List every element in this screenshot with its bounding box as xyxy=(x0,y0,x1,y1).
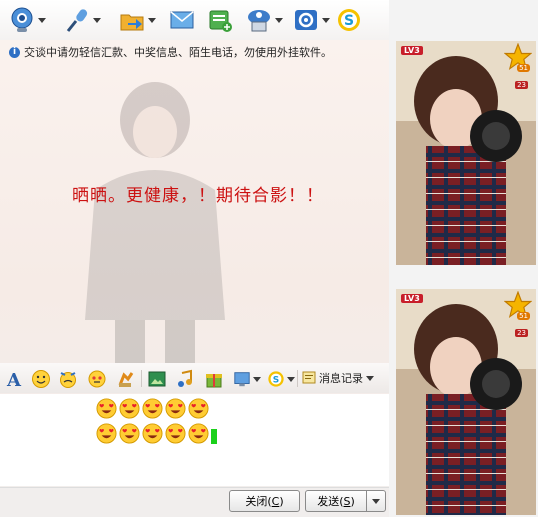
heart-eyes-emoji-icon xyxy=(188,423,209,444)
gift-button[interactable] xyxy=(115,368,137,390)
chevron-down-icon[interactable] xyxy=(38,17,46,23)
heart-eyes-emoji-icon xyxy=(165,423,186,444)
chat-background-image xyxy=(85,82,225,370)
window-shake-button[interactable] xyxy=(57,368,79,390)
volume-badge: 23 xyxy=(515,329,528,337)
chevron-down-icon[interactable] xyxy=(253,376,261,382)
chevron-down-icon[interactable] xyxy=(322,17,330,23)
toolbar-divider xyxy=(297,370,298,387)
screen-capture-icon xyxy=(234,372,250,387)
message-history-button[interactable]: 消息记录 xyxy=(302,370,374,386)
s-app-menu-button[interactable]: S xyxy=(266,368,296,390)
star-count: 51 xyxy=(517,64,530,72)
s-app-button[interactable]: S xyxy=(336,6,362,34)
heart-eyes-emoji-icon xyxy=(188,398,209,419)
send-file-icon xyxy=(120,14,144,31)
close-label-end: ) xyxy=(279,494,284,508)
mail-icon xyxy=(170,11,194,29)
emoji-row xyxy=(96,398,209,419)
voice-call-button[interactable] xyxy=(64,6,101,34)
magic-icon xyxy=(88,370,106,388)
friend-photo[interactable]: LV3 51 23 xyxy=(396,41,536,265)
close-button[interactable]: 关闭(C) xyxy=(229,490,300,512)
toolbar-divider xyxy=(141,370,142,387)
mail-button[interactable] xyxy=(169,6,195,34)
heart-eyes-emoji-icon xyxy=(96,398,117,419)
chat-toolbar: S xyxy=(0,0,389,40)
settings-button[interactable] xyxy=(293,6,330,34)
chevron-down-icon[interactable] xyxy=(275,17,283,23)
heart-eyes-emoji-icon xyxy=(142,423,163,444)
send-shortcut: S xyxy=(343,494,351,508)
heart-eyes-emoji-icon xyxy=(142,398,163,419)
screenshot-icon xyxy=(148,371,166,387)
close-shortcut: C xyxy=(271,494,280,508)
chevron-down-icon[interactable] xyxy=(148,17,156,23)
heart-eyes-emoji-icon xyxy=(119,398,140,419)
send-file-button[interactable] xyxy=(119,6,156,34)
font-button[interactable]: A xyxy=(3,368,25,390)
shield-icon: i xyxy=(9,46,20,58)
video-call-button[interactable] xyxy=(9,6,46,34)
send-label-end: ) xyxy=(350,494,355,508)
shake-icon xyxy=(60,372,76,388)
magic-expression-button[interactable] xyxy=(86,368,108,390)
history-label: 消息记录 xyxy=(319,372,363,385)
gift-icon xyxy=(118,372,134,387)
chat-window: S i 交谈中请勿轻信汇款、中奖信息、陌生电话，勿使用外挂软件。 晒晒。更健康，… xyxy=(0,0,389,517)
add-application-button[interactable] xyxy=(207,6,233,34)
contact-card-icon xyxy=(248,10,270,32)
security-notice: i 交谈中请勿轻信汇款、中奖信息、陌生电话，勿使用外挂软件。 xyxy=(9,44,332,60)
level-badge: LV3 xyxy=(401,294,423,303)
volume-badge: 23 xyxy=(515,81,528,89)
music-button[interactable] xyxy=(174,368,196,390)
send-image-button[interactable] xyxy=(146,368,168,390)
chevron-down-icon[interactable] xyxy=(366,375,374,381)
send-options-button[interactable] xyxy=(366,490,386,512)
settings-icon xyxy=(295,10,317,30)
contact-card-button[interactable] xyxy=(246,6,283,34)
s-app-icon: S xyxy=(338,9,360,31)
video-icon xyxy=(11,7,33,32)
heart-eyes-emoji-icon xyxy=(119,423,140,444)
friend-avatar-image xyxy=(396,41,536,265)
chevron-down-icon[interactable] xyxy=(93,17,101,23)
chevron-down-icon xyxy=(372,498,380,504)
chat-message: 晒晒。更健康，！期待合影！！ xyxy=(72,186,324,206)
emoji-button[interactable] xyxy=(30,368,52,390)
chevron-down-icon[interactable] xyxy=(287,376,295,382)
notice-text: 交谈中请勿轻信汇款、中奖信息、陌生电话，勿使用外挂软件。 xyxy=(24,46,332,59)
my-photo[interactable]: LV3 51 23 xyxy=(396,289,536,515)
my-avatar-image xyxy=(396,289,536,515)
screen-capture-button[interactable] xyxy=(232,368,262,390)
s-app-icon: S xyxy=(268,371,284,387)
history-icon xyxy=(302,371,316,384)
music-icon xyxy=(178,369,192,387)
text-cursor xyxy=(211,429,217,444)
add-icon xyxy=(209,10,232,32)
microphone-icon xyxy=(66,9,88,32)
font-icon: A xyxy=(6,370,22,389)
emoji-row xyxy=(96,423,209,444)
heart-eyes-emoji-icon xyxy=(165,398,186,419)
present-icon xyxy=(206,374,222,388)
star-count: 51 xyxy=(517,312,530,320)
svg-text:A: A xyxy=(6,370,22,389)
send-button[interactable]: 发送(S) xyxy=(305,490,367,512)
svg-text:S: S xyxy=(344,13,354,29)
svg-text:S: S xyxy=(273,376,279,386)
present-button[interactable] xyxy=(203,368,225,390)
heart-eyes-emoji-icon xyxy=(96,423,117,444)
close-label: 关闭( xyxy=(245,495,272,508)
smiley-icon xyxy=(32,370,50,388)
send-label: 发送( xyxy=(317,495,344,508)
level-badge: LV3 xyxy=(401,46,423,55)
